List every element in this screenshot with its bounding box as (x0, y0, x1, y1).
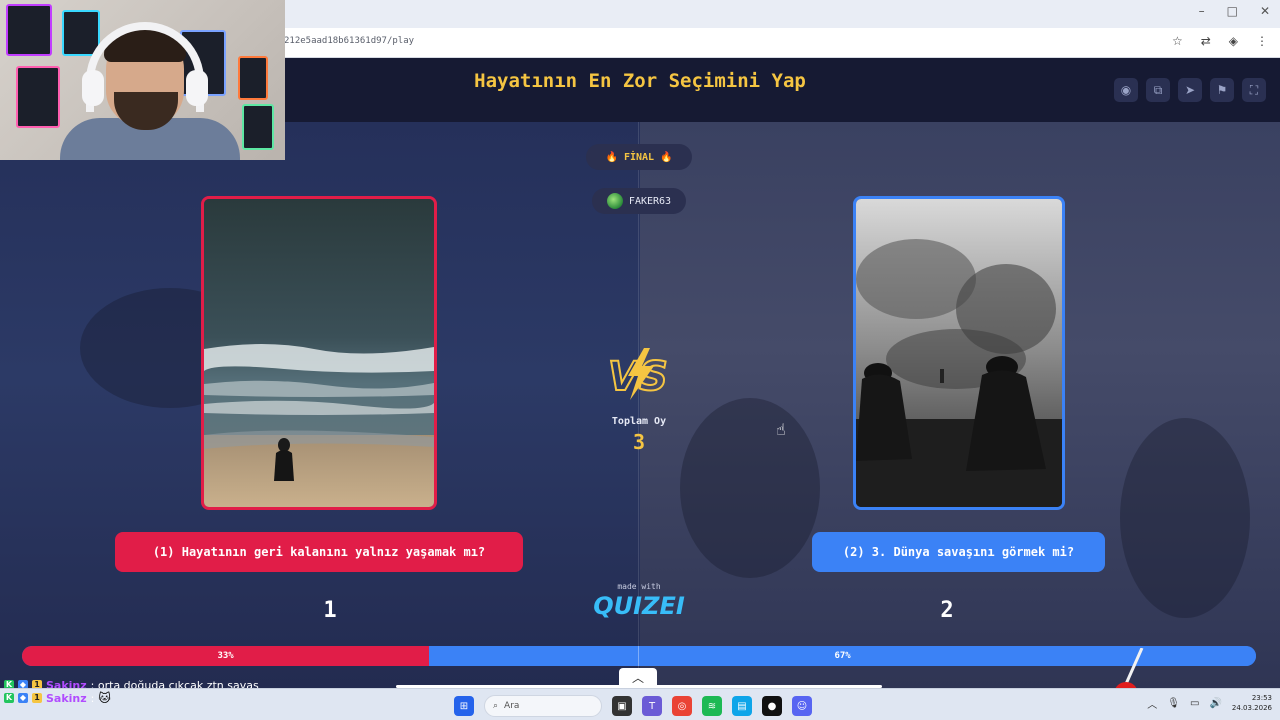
header-tools: ◉ ⧉ ➤ ⚑ ⛶ (1114, 78, 1266, 102)
chat-username: Sakinz (46, 691, 87, 705)
chrome-icon[interactable]: ◎ (672, 696, 692, 716)
translate-icon[interactable]: ⇄ (1201, 34, 1211, 48)
option-2-button[interactable]: (2) 3. Dünya savaşını görmek mi? (812, 532, 1105, 572)
search-placeholder: Ara (504, 701, 520, 711)
taskbar: K ◆ 1 Sakinz : 🐱 ⊞ ⌕ Ara ▣ T ◎ ≋ ▤ ● ☺ ︿… (0, 688, 1280, 720)
taskbar-search[interactable]: ⌕ Ara (484, 695, 602, 717)
eye-icon[interactable]: ◉ (1114, 78, 1138, 102)
system-tray: ︿ 🎙 ▭ 🔊 23:53 24.03.2026 (1147, 693, 1272, 713)
maximize-button[interactable]: □ (1227, 4, 1238, 18)
option-1-image[interactable] (201, 196, 437, 510)
url-text[interactable]: 212e5aad18b61361d97/play (284, 36, 414, 46)
option-1-button[interactable]: (1) Hayatının geri kalanını yalnız yaşam… (115, 532, 523, 572)
fullscreen-icon[interactable]: ⛶ (1242, 78, 1266, 102)
obs-icon[interactable]: ● (762, 696, 782, 716)
microphone-icon[interactable]: 🎙 (1167, 698, 1180, 709)
avatar (606, 193, 623, 209)
option-1-number: 1 (323, 598, 337, 623)
result-bar: 33% 67% (22, 646, 1256, 666)
teams-icon[interactable]: T (642, 696, 662, 716)
option-1-result-fill: 33% (22, 646, 430, 666)
beach-image (204, 199, 434, 507)
poster (6, 4, 52, 56)
browser-toolbar: ☆ ⇄ ◈ ⋮ (1172, 34, 1268, 48)
brand-logo[interactable]: QUIZEI (588, 592, 690, 620)
made-with-label: made with (617, 582, 661, 591)
result-bar-center-mark (638, 646, 639, 666)
screen: – □ ✕ 212e5aad18b61361d97/play ☆ ⇄ ◈ ⋮ H… (0, 0, 1280, 720)
fire-icon: 🔥 (660, 151, 673, 163)
menu-kebab-icon[interactable]: ⋮ (1256, 34, 1268, 48)
poster (242, 104, 274, 150)
clock-time: 23:53 (1251, 694, 1272, 702)
background-blur (680, 398, 820, 578)
clock[interactable]: 23:53 24.03.2026 (1232, 693, 1272, 713)
username: FAKER63 (628, 195, 672, 207)
pen-tool-icon[interactable] (1112, 648, 1146, 688)
background-blur (1120, 418, 1250, 618)
webcam-overlay (0, 0, 285, 160)
poster (238, 56, 268, 100)
round-badge: 🔥 FİNAL 🔥 (586, 144, 692, 170)
badge-icon: K (4, 693, 14, 703)
option-2-percent: 67% (834, 651, 851, 661)
taskbar-apps: ⊞ ⌕ Ara ▣ T ◎ ≋ ▤ ● ☺ (454, 695, 812, 717)
poster (16, 66, 60, 128)
user-badge[interactable]: FAKER63 (592, 188, 686, 214)
hand-cursor-icon: ☝ (776, 420, 786, 439)
headset-earcup (82, 70, 104, 106)
task-view-icon[interactable]: ▣ (612, 696, 632, 716)
flag-icon[interactable]: ⚑ (1210, 78, 1234, 102)
window-controls: – □ ✕ (1199, 4, 1270, 18)
badge-icon: 1 (32, 693, 42, 703)
close-button[interactable]: ✕ (1260, 4, 1270, 18)
share-icon[interactable]: ⧉ (1146, 78, 1170, 102)
chat-overlay-second: K ◆ 1 Sakinz : 🐱 (4, 691, 111, 705)
chat-message: K ◆ 1 Sakinz : 🐱 (4, 691, 111, 705)
badge-icon: ◆ (18, 693, 28, 703)
vs-logo: VS (600, 344, 678, 404)
option-2-image[interactable] (853, 196, 1065, 510)
option-1-percent: 33% (217, 651, 234, 661)
start-icon[interactable]: ⊞ (454, 696, 474, 716)
fire-icon: 🔥 (605, 151, 618, 163)
cat-emote-icon: 🐱 (98, 691, 111, 705)
extension-icon[interactable]: ◈ (1229, 34, 1238, 48)
spotify-icon[interactable]: ≋ (702, 696, 722, 716)
chevron-up-icon[interactable]: ︿ (619, 668, 657, 688)
network-icon[interactable]: ▭ (1190, 698, 1199, 709)
app-icon[interactable]: ▤ (732, 696, 752, 716)
discord-icon[interactable]: ☺ (792, 696, 812, 716)
send-icon[interactable]: ➤ (1178, 78, 1202, 102)
total-votes-value: 3 (632, 430, 646, 454)
bookmark-star-icon[interactable]: ☆ (1172, 34, 1183, 48)
chat-text: : (90, 691, 95, 705)
round-label: FİNAL (623, 151, 655, 163)
total-votes-label: Toplam Oy (611, 416, 667, 427)
search-icon: ⌕ (493, 701, 499, 711)
headset-earcup (186, 70, 208, 106)
minimize-button[interactable]: – (1199, 4, 1205, 18)
war-image (856, 199, 1062, 507)
chevron-up-icon[interactable]: ︿ (1147, 696, 1157, 711)
volume-icon[interactable]: 🔊 (1209, 698, 1221, 709)
option-2-number: 2 (940, 598, 954, 623)
clock-date: 24.03.2026 (1231, 704, 1272, 712)
